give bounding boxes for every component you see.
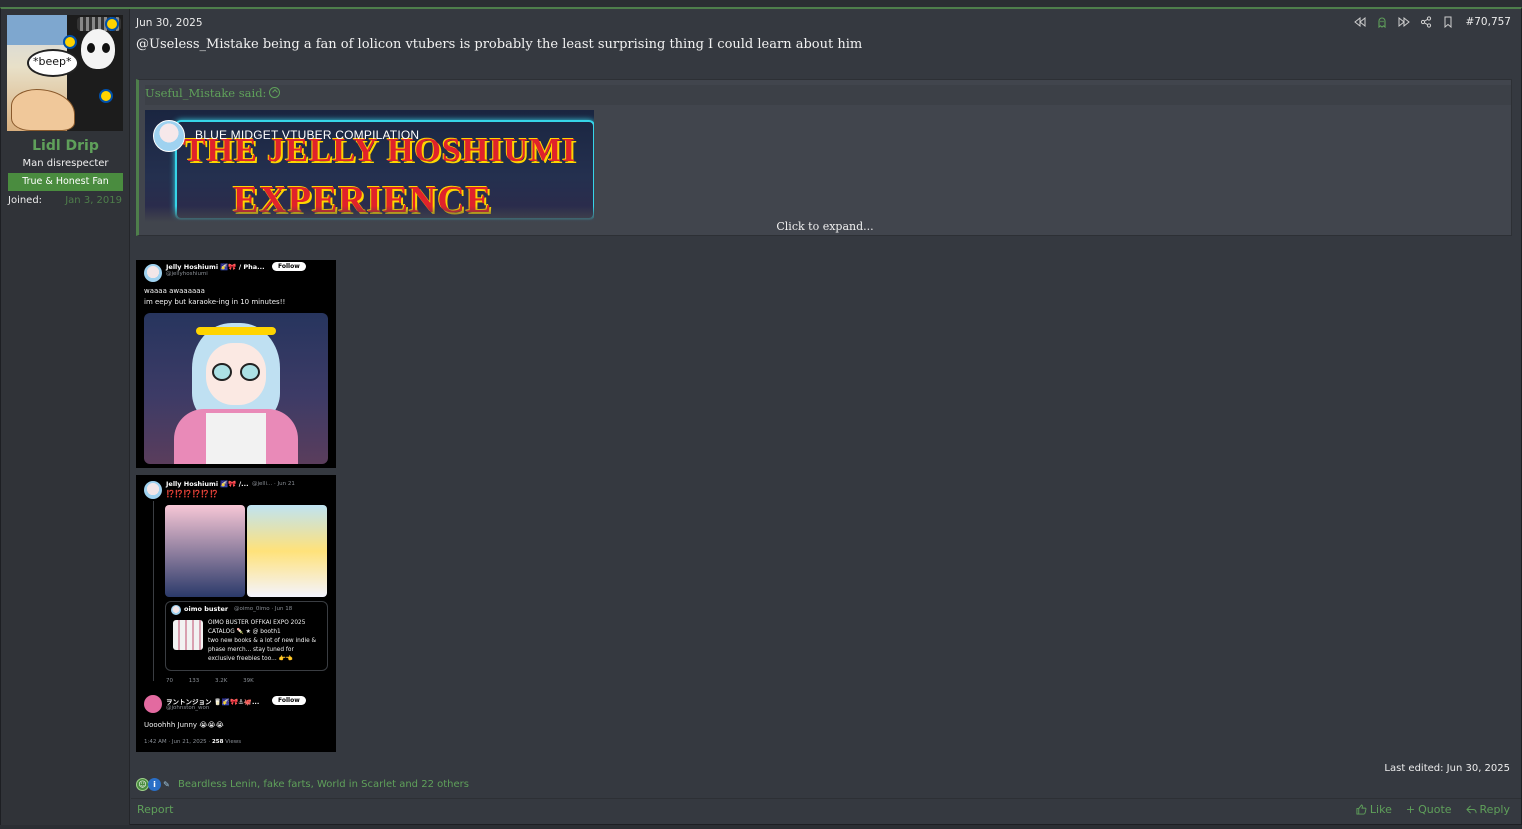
reply-arrow-icon: [1465, 805, 1477, 814]
user-title: Man disrespecter: [22, 158, 109, 169]
thumbs-up-icon: [1356, 804, 1367, 815]
tweet-exclaim: ⁉️⁉️⁉️⁉️⁉️⁉️: [166, 490, 219, 498]
joined-label: Joined:: [8, 195, 43, 206]
video-title[interactable]: BLUE MIDGET VTUBER COMPILATION: [195, 128, 419, 142]
arrow-up-circle-icon[interactable]: [269, 87, 281, 98]
reply-button[interactable]: Reply: [1465, 803, 1510, 816]
post-footer-actions: Like + Quote Reply: [1356, 803, 1510, 816]
tweet-image-left: [165, 505, 245, 597]
tweet-name: Jelly Hoshiumi 🌠🎀 /...: [166, 480, 249, 488]
reply-handle: @johnston_won: [166, 705, 210, 711]
quote-button[interactable]: + Quote: [1406, 803, 1452, 816]
like-button[interactable]: Like: [1356, 803, 1392, 816]
quoted-line-1: OIMO BUSTER OFFKAI EXPO 2025: [208, 620, 306, 626]
quoted-avatar: [171, 605, 181, 615]
tweet-avatar: [144, 264, 162, 282]
post-date[interactable]: Jun 30, 2025: [136, 17, 203, 29]
quoted-tweet: oimo buster @oimo_0imo · Jun 18 OIMO BUS…: [165, 601, 328, 671]
tweet-handle: @jellyhoshiumi: [166, 271, 208, 277]
avatar-caption: *beep*: [33, 55, 72, 68]
reply-text: Uooohhh Junny 😭😭😭: [144, 721, 224, 729]
user-avatar[interactable]: *beep*: [7, 15, 123, 131]
post-text: @Useless_Mistake being a fan of lolicon …: [136, 37, 863, 52]
username[interactable]: Lidl Drip: [1, 138, 130, 154]
bookmark-icon[interactable]: [1441, 15, 1455, 29]
report-link[interactable]: Report: [137, 803, 173, 816]
plus-icon: +: [1405, 803, 1416, 816]
quoted-thumbnail: [173, 620, 203, 650]
reply-avatar: [144, 695, 162, 713]
pen-reaction-icon[interactable]: ✎: [160, 778, 173, 791]
quoted-handle: @oimo_0imo · Jun 18: [234, 606, 293, 612]
tweet-image-right: [247, 505, 327, 597]
tweet-stats: 70 133 3.2K 39K: [166, 678, 254, 684]
tweet-follow-button: Follow: [272, 262, 306, 271]
tweet-avatar: [144, 481, 162, 499]
share-icon[interactable]: [1419, 15, 1433, 29]
post-header-actions: #70,757: [1353, 15, 1511, 29]
quoted-line-4: phase merch... stay tuned for: [208, 647, 294, 653]
ghost-icon[interactable]: [1375, 15, 1389, 29]
quoted-line-2: CATALOG 🍡 ★ @ booth1: [208, 629, 281, 635]
tweet-name: Jelly Hoshiumi 🌠🎀 / Pha...: [166, 263, 265, 271]
quoted-line-5: exclusive freebies too... 👉👈: [208, 656, 293, 662]
tweet-image: [144, 313, 328, 464]
reactions-list[interactable]: Beardless Lenin, fake farts, World in Sc…: [178, 779, 469, 790]
post-number[interactable]: #70,757: [1465, 16, 1511, 28]
click-to-expand[interactable]: Click to expand...: [139, 220, 1511, 233]
tweet-screenshot-2[interactable]: Jelly Hoshiumi 🌠🎀 /... @jelli... · Jun 2…: [136, 475, 336, 752]
joined-date: Jan 3, 2019: [65, 195, 122, 206]
quoted-line-3: two new books & a lot of new indie &: [208, 638, 317, 644]
quote-attribution[interactable]: Useful_Mistake said:: [145, 85, 1511, 105]
last-edited: Last edited: Jun 30, 2025: [1384, 763, 1510, 774]
youtube-embed[interactable]: THE JELLY HOSHIUMI EXPERIENCE BLUE MIDGE…: [145, 110, 594, 222]
fast-forward-icon[interactable]: [1397, 15, 1411, 29]
user-banner: True & Honest Fan: [8, 173, 123, 191]
quote-author-said[interactable]: Useful_Mistake said:: [145, 86, 266, 100]
tweet-handle: @jelli... · Jun 21: [252, 481, 295, 487]
reply-follow-button: Follow: [272, 696, 306, 705]
tweet-screenshot-1[interactable]: Jelly Hoshiumi 🌠🎀 / Pha... @jellyhoshium…: [136, 260, 336, 468]
reply-meta: 1:42 AM · Jun 21, 2025 · 258 Views: [144, 739, 242, 745]
post-user-column: *beep* Lidl Drip Man disrespecter True &…: [1, 9, 130, 825]
quoted-name: oimo buster: [184, 605, 229, 613]
tweet-line-2: im eepy but karaoke-ing in 10 minutes!!: [144, 298, 286, 306]
forum-post: *beep* Lidl Drip Man disrespecter True &…: [0, 7, 1522, 825]
quote-block: Useful_Mistake said: THE JELLY HOSHIUMI …: [136, 79, 1512, 236]
channel-avatar[interactable]: [153, 120, 185, 152]
reactions-bar[interactable]: ☺ i ✎ Beardless Lenin, fake farts, World…: [136, 778, 469, 791]
tweet-line-1: waaaa awaaaaaa: [144, 287, 205, 295]
rewind-icon[interactable]: [1353, 15, 1367, 29]
footer-divider: [131, 798, 1521, 799]
